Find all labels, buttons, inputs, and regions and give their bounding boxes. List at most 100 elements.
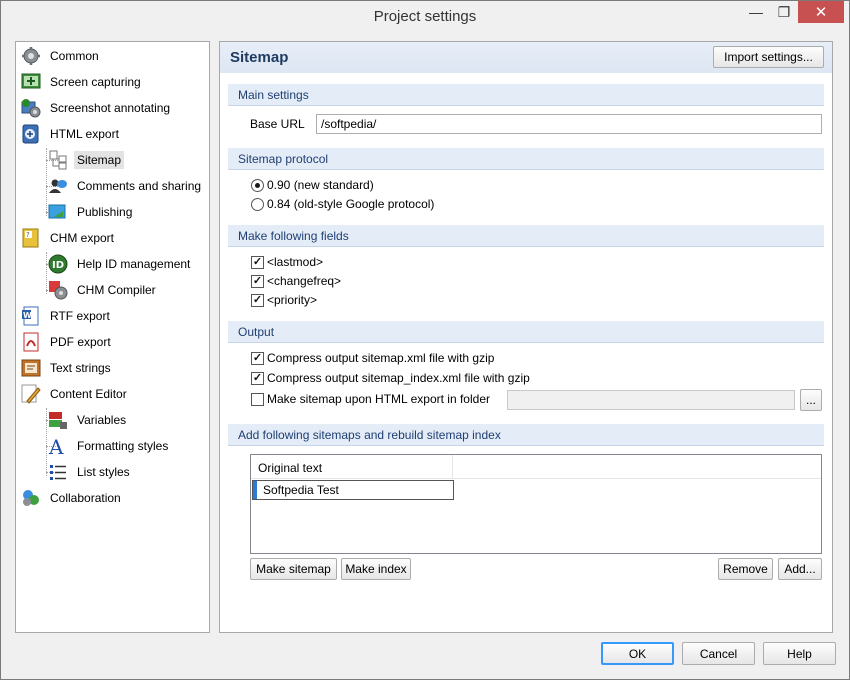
tree-label: CHM Compiler (77, 283, 156, 297)
tree-label: HTML export (50, 127, 119, 141)
list-item[interactable]: Softpedia Test (252, 480, 454, 500)
compress-sitemap-label[interactable]: Compress output sitemap.xml file with gz… (267, 351, 494, 365)
tree-item-text-strings[interactable]: Text strings (20, 357, 114, 379)
tree-label: Formatting styles (77, 439, 169, 453)
protocol-084-radio[interactable] (251, 198, 264, 211)
title-bar[interactable]: Project settings — ❐ ✕ (1, 1, 849, 33)
compress-sitemap-checkbox[interactable]: ✓ (251, 352, 264, 365)
section-make-following-fields: Make following fields (228, 225, 824, 247)
browse-folder-button[interactable]: ... (800, 389, 822, 411)
column-original-text[interactable]: Original text (251, 455, 453, 479)
close-button[interactable]: ✕ (798, 1, 844, 23)
cancel-button[interactable]: Cancel (682, 642, 755, 665)
maximize-button[interactable]: ❐ (770, 1, 798, 23)
rtf-export-icon: W (20, 305, 42, 327)
section-sitemap-protocol: Sitemap protocol (228, 148, 824, 170)
help-button[interactable]: Help (763, 642, 836, 665)
tree-label: CHM export (50, 231, 115, 245)
base-url-label: Base URL (250, 117, 305, 131)
tree-label: Variables (77, 413, 127, 427)
section-sitemap-index: Add following sitemaps and rebuild sitem… (228, 424, 824, 446)
project-settings-window: Project settings — ❐ ✕ Common Screen cap… (0, 0, 850, 680)
tree-item-comments-and-sharing[interactable]: Comments and sharing (47, 175, 204, 197)
svg-text:W: W (23, 311, 32, 320)
tree-item-pdf-export[interactable]: PDF export (20, 331, 114, 353)
svg-text:ID: ID (52, 260, 64, 271)
sitemaps-list[interactable]: Original text Softpedia Test (250, 454, 822, 554)
gear-icon (20, 45, 42, 67)
tree-item-common[interactable]: Common (20, 45, 102, 67)
page-title: Sitemap (230, 49, 289, 66)
base-url-input[interactable]: /softpedia/ (316, 114, 822, 134)
settings-tree[interactable]: Common Screen capturing Screenshot annot… (15, 41, 210, 633)
window-title: Project settings (373, 8, 477, 25)
tree-item-sitemap[interactable]: Sitemap (47, 149, 125, 171)
pencil-icon (20, 383, 42, 405)
tree-item-variables[interactable]: Variables (47, 409, 129, 431)
tree-item-html-export[interactable]: HTML export (20, 123, 122, 145)
tree-item-chm-export[interactable]: ? CHM export (20, 227, 117, 249)
tree-label: Content Editor (50, 387, 127, 401)
section-output: Output (228, 321, 824, 343)
compress-index-checkbox[interactable]: ✓ (251, 372, 264, 385)
annotate-icon (20, 97, 42, 119)
tree-item-publishing[interactable]: Publishing (47, 201, 135, 223)
import-settings-button[interactable]: Import settings... (713, 46, 824, 68)
ok-button[interactable]: OK (601, 642, 674, 665)
priority-label[interactable]: <priority> (267, 293, 317, 307)
make-on-export-checkbox[interactable] (251, 393, 264, 406)
tree-label: Common (50, 49, 99, 63)
make-sitemap-button[interactable]: Make sitemap (250, 558, 337, 580)
formatting-icon: A (47, 435, 69, 457)
export-folder-input[interactable] (507, 390, 795, 410)
compress-index-label[interactable]: Compress output sitemap_index.xml file w… (267, 371, 530, 385)
tree-item-help-id-management[interactable]: ID Help ID management (47, 253, 193, 275)
section-title: Main settings (238, 88, 309, 102)
panel-header: Sitemap Import settings... (220, 42, 832, 73)
protocol-090-radio[interactable] (251, 179, 264, 192)
sitemap-settings-panel: Sitemap Import settings... Main settings… (219, 41, 833, 633)
add-button[interactable]: Add... (778, 558, 822, 580)
publishing-icon (47, 201, 69, 223)
tree-item-screen-capturing[interactable]: Screen capturing (20, 71, 144, 93)
make-index-button[interactable]: Make index (341, 558, 411, 580)
lastmod-label[interactable]: <lastmod> (267, 255, 323, 269)
section-title: Add following sitemaps and rebuild sitem… (238, 428, 501, 442)
changefreq-label[interactable]: <changefreq> (267, 274, 341, 288)
section-title: Sitemap protocol (238, 152, 329, 166)
section-main-settings: Main settings (228, 84, 824, 106)
help-id-icon: ID (47, 253, 69, 275)
protocol-084-label[interactable]: 0.84 (old-style Google protocol) (267, 197, 434, 211)
tree-item-list-styles[interactable]: List styles (47, 461, 133, 483)
remove-button[interactable]: Remove (718, 558, 773, 580)
tree-item-content-editor[interactable]: Content Editor (20, 383, 130, 405)
make-on-export-label[interactable]: Make sitemap upon HTML export in folder (267, 392, 490, 406)
tree-item-collaboration[interactable]: Collaboration (20, 487, 124, 509)
tree-label: Screen capturing (50, 75, 141, 89)
minimize-button[interactable]: — (742, 1, 770, 23)
text-strings-icon (20, 357, 42, 379)
protocol-090-label[interactable]: 0.90 (new standard) (267, 178, 374, 192)
tree-label: Comments and sharing (77, 179, 202, 193)
tree-item-formatting-styles[interactable]: A Formatting styles (47, 435, 171, 457)
chm-compiler-icon (47, 279, 69, 301)
svg-text:?: ? (26, 231, 30, 239)
tree-label: Help ID management (77, 257, 191, 271)
tree-item-rtf-export[interactable]: W RTF export (20, 305, 113, 327)
tree-label: Collaboration (50, 491, 121, 505)
html-export-icon (20, 123, 42, 145)
tree-label: RTF export (50, 309, 110, 323)
tree-label: List styles (77, 465, 130, 479)
lastmod-checkbox[interactable]: ✓ (251, 256, 264, 269)
tree-label: Publishing (77, 205, 133, 219)
dialog-footer: OK Cancel Help (1, 638, 849, 680)
tree-item-chm-compiler[interactable]: CHM Compiler (47, 279, 159, 301)
chm-export-icon: ? (20, 227, 42, 249)
tree-label: PDF export (50, 335, 111, 349)
tree-item-screenshot-annotating[interactable]: Screenshot annotating (20, 97, 173, 119)
collaboration-icon (20, 487, 42, 509)
tree-label: Sitemap (74, 151, 125, 169)
changefreq-checkbox[interactable]: ✓ (251, 275, 264, 288)
tree-label: Screenshot annotating (50, 101, 171, 115)
priority-checkbox[interactable]: ✓ (251, 294, 264, 307)
